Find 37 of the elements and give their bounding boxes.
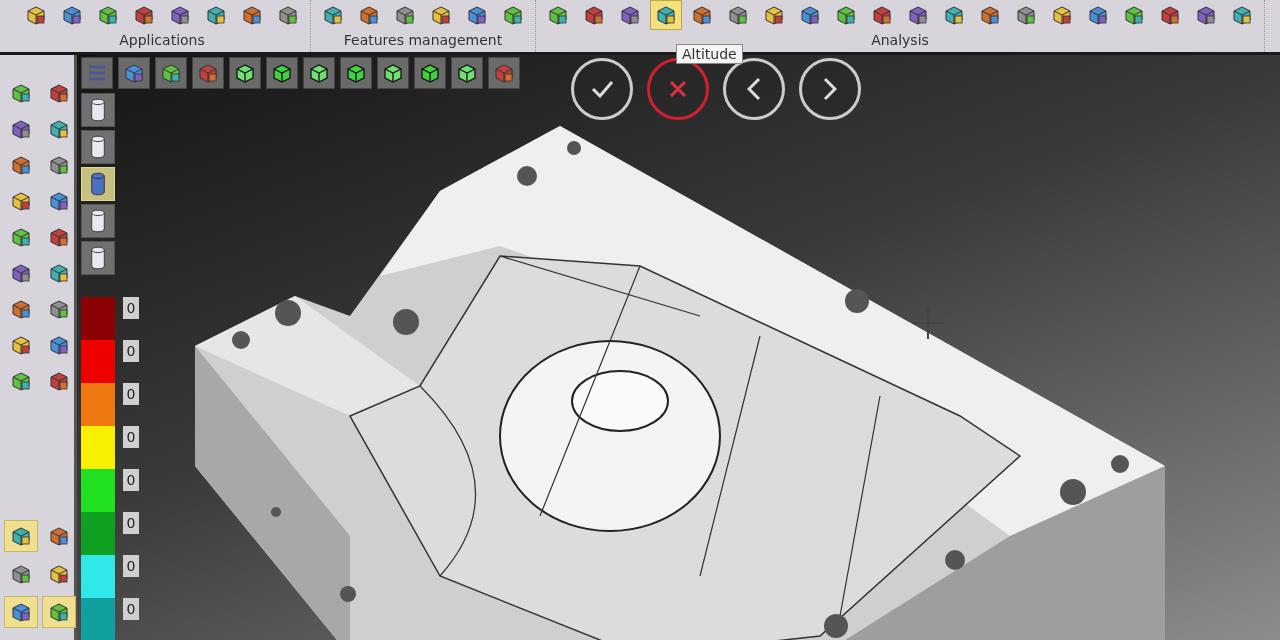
tool-button[interactable] — [42, 596, 76, 628]
legend-value: 0 — [123, 426, 139, 448]
legend-value: 0 — [123, 383, 139, 405]
view-button[interactable] — [340, 57, 372, 89]
view-button[interactable] — [414, 57, 446, 89]
legend-value: 0 — [123, 512, 139, 534]
toolbar-group-label: Analysis — [871, 31, 929, 50]
tooltip: Altitude — [676, 44, 743, 64]
chevron-right-icon — [823, 77, 837, 101]
view-button[interactable] — [229, 57, 261, 89]
chevron-left-icon — [747, 77, 761, 101]
render-mode-button[interactable] — [81, 93, 115, 127]
legend-value: 0 — [123, 555, 139, 577]
render-mode-button[interactable] — [81, 204, 115, 238]
toolbar-button[interactable] — [650, 0, 682, 30]
view-button[interactable] — [266, 57, 298, 89]
close-icon — [669, 80, 687, 98]
legend-value: 0 — [123, 598, 139, 620]
tool-button[interactable] — [4, 596, 38, 628]
cylinder-icon — [89, 97, 107, 123]
legend-value: 0 — [123, 297, 139, 319]
view-button[interactable] — [377, 57, 409, 89]
render-mode-button[interactable] — [81, 241, 115, 275]
tool-button[interactable] — [4, 520, 38, 552]
render-mode-button[interactable] — [81, 130, 115, 164]
toolbar-group-label: Applications — [119, 31, 205, 50]
view-button[interactable] — [155, 57, 187, 89]
cylinder-icon — [89, 245, 107, 271]
view-button[interactable] — [451, 57, 483, 89]
cylinder-icon — [89, 171, 107, 197]
view-button[interactable] — [303, 57, 335, 89]
toolbar-group-label: Features management — [343, 31, 503, 50]
legend-value: 0 — [123, 469, 139, 491]
cylinder-icon — [89, 134, 107, 160]
cylinder-icon — [89, 208, 107, 234]
legend-value: 0 — [123, 340, 139, 362]
check-icon — [590, 80, 614, 98]
